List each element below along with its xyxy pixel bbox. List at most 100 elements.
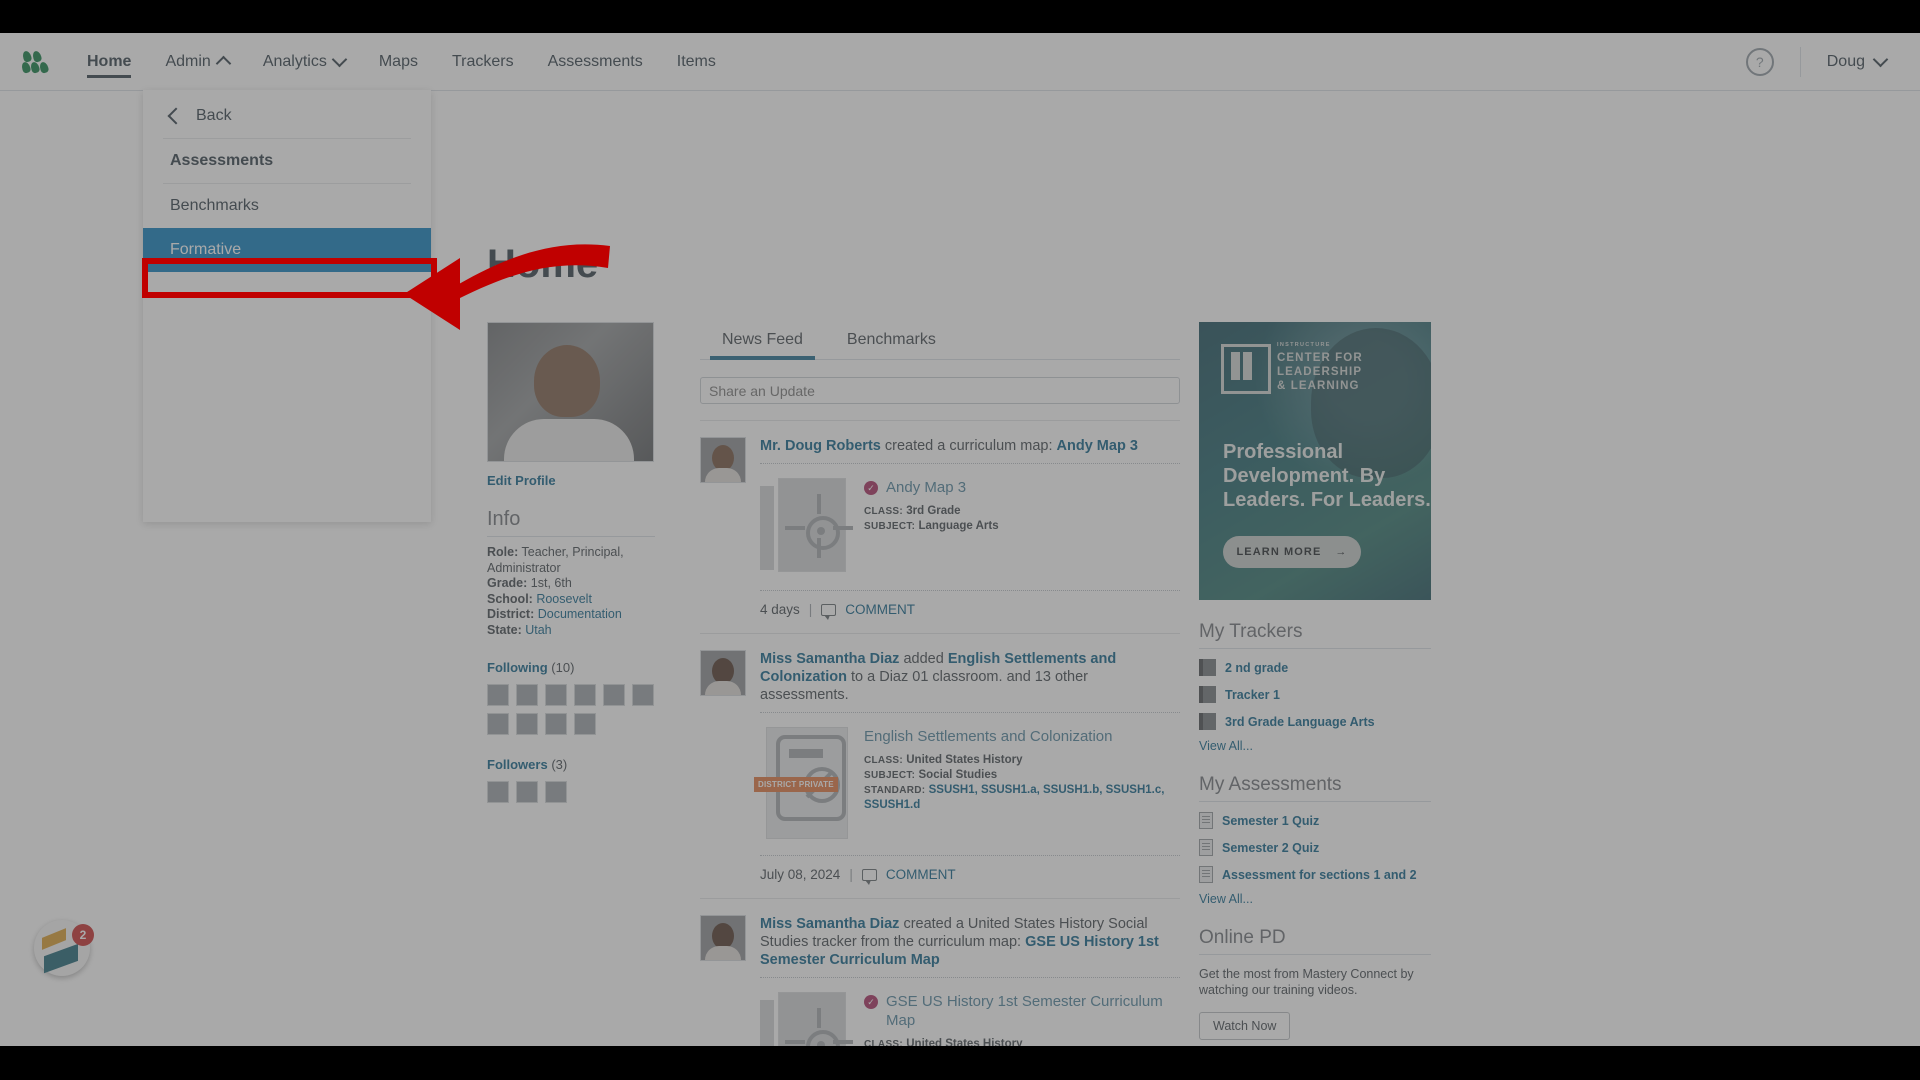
avatar[interactable] — [700, 650, 746, 696]
follow-thumbnail[interactable] — [603, 684, 625, 706]
district-private-tag: DISTRICT PRIVATE — [754, 777, 838, 792]
avatar[interactable] — [700, 437, 746, 483]
nav-item-assessments[interactable]: Assessments — [531, 33, 660, 90]
tracker-link[interactable]: 3rd Grade Language Arts — [1225, 715, 1375, 729]
info-value-school-link[interactable]: Roosevelt — [536, 592, 592, 606]
follow-thumbnail[interactable] — [516, 713, 538, 735]
my-trackers-heading: My Trackers — [1199, 621, 1431, 649]
comment-icon[interactable] — [861, 868, 877, 885]
nav-item-analytics[interactable]: Analytics — [246, 33, 362, 90]
post-footer: 4 days | COMMENT — [760, 590, 1180, 620]
info-key: State: — [487, 622, 522, 637]
followers-label[interactable]: Followers — [487, 757, 548, 772]
info-key: Role: — [487, 545, 519, 559]
comment-link[interactable]: COMMENT — [886, 867, 956, 882]
browser-viewport: Home Admin Analytics Maps Trackers Asses… — [0, 33, 1920, 1046]
assessment-link[interactable]: Assessment for sections 1 and 2 — [1222, 868, 1417, 882]
support-widget-button[interactable]: 2 — [34, 920, 94, 976]
chevron-up-icon — [215, 55, 232, 71]
dropdown-item-assessments[interactable]: Assessments — [143, 139, 431, 183]
assessment-row: Semester 1 Quiz — [1199, 812, 1431, 829]
follow-thumbnail[interactable] — [487, 684, 509, 706]
follower-thumbnail[interactable] — [545, 781, 567, 803]
nav-item-maps[interactable]: Maps — [362, 33, 435, 90]
card-title[interactable]: ✓ GSE US History 1st Semester Curriculum… — [864, 992, 1180, 1030]
nav-item-admin[interactable]: Admin — [148, 33, 245, 90]
tracker-link[interactable]: Tracker 1 — [1225, 688, 1280, 702]
followers-heading: Followers (3) — [487, 757, 655, 772]
info-value: 1st, 6th — [530, 576, 572, 590]
dropdown-item-assessments-label: Assessments — [170, 152, 274, 169]
widget-diamond-top-icon — [42, 928, 66, 950]
user-menu-label[interactable]: Doug — [1827, 53, 1865, 71]
follow-thumbnail[interactable] — [632, 684, 654, 706]
tracker-row: 3rd Grade Language Arts — [1199, 713, 1431, 730]
post-author-link[interactable]: Miss Samantha Diaz — [760, 916, 899, 932]
post-author-link[interactable]: Miss Samantha Diaz — [760, 651, 899, 667]
edit-profile-link[interactable]: Edit Profile — [487, 473, 655, 488]
mastery-connect-logo-icon[interactable] — [20, 49, 50, 74]
dropdown-back-button[interactable]: Back — [143, 94, 431, 138]
trackers-view-all-link[interactable]: View All... — [1199, 739, 1431, 753]
card-title[interactable]: ✓ Andy Map 3 — [864, 478, 1180, 497]
info-key: Grade: — [487, 576, 528, 590]
follow-thumbnail[interactable] — [487, 713, 509, 735]
post-author-link[interactable]: Mr. Doug Roberts — [760, 438, 881, 454]
info-row-role: Role: Teacher, Principal, Administrator — [487, 545, 655, 576]
following-count: (10) — [551, 660, 575, 675]
following-label[interactable]: Following — [487, 660, 548, 675]
assessment-link[interactable]: Semester 1 Quiz — [1222, 814, 1319, 828]
info-row-state: State: Utah — [487, 623, 655, 639]
nav-item-assessments-label: Assessments — [547, 53, 643, 70]
online-pd-heading: Online PD — [1199, 927, 1431, 955]
follow-thumbnail[interactable] — [545, 713, 567, 735]
post-card: ✓ GSE US History 1st Semester Curriculum… — [760, 992, 1180, 1046]
dropdown-item-benchmarks[interactable]: Benchmarks — [143, 184, 431, 228]
follow-thumbnail[interactable] — [574, 713, 596, 735]
assessment-row: Assessment for sections 1 and 2 — [1199, 866, 1431, 883]
post-text: Miss Samantha Diaz added English Settlem… — [760, 650, 1180, 704]
card-meta: CLASS: 3rd Grade SUBJECT: Language Arts — [864, 504, 1180, 534]
follower-thumbnail[interactable] — [487, 781, 509, 803]
follow-thumbnail[interactable] — [574, 684, 596, 706]
nav-item-items[interactable]: Items — [660, 33, 733, 90]
meta-value: 3rd Grade — [906, 505, 961, 517]
top-navigation-bar: Home Admin Analytics Maps Trackers Asses… — [0, 33, 1920, 91]
tracker-link[interactable]: 2 nd grade — [1225, 661, 1288, 675]
nav-item-home-label: Home — [87, 53, 132, 70]
info-value-state-link[interactable]: Utah — [525, 623, 551, 637]
follow-thumbnail[interactable] — [545, 684, 567, 706]
cll-logo-icon — [1221, 344, 1271, 394]
assessment-link[interactable]: Semester 2 Quiz — [1222, 841, 1319, 855]
follow-thumbnail[interactable] — [516, 684, 538, 706]
learn-more-button[interactable]: LEARN MORE → — [1223, 536, 1361, 568]
watch-now-button[interactable]: Watch Now — [1199, 1012, 1291, 1040]
post-text: Mr. Doug Roberts created a curriculum ma… — [760, 437, 1180, 455]
help-icon[interactable]: ? — [1745, 47, 1774, 76]
info-value-district-link[interactable]: Documentation — [538, 607, 622, 621]
divider — [760, 712, 1180, 713]
avatar[interactable] — [700, 915, 746, 961]
tracker-icon — [1199, 659, 1216, 676]
post-object-link[interactable]: Andy Map 3 — [1057, 438, 1138, 454]
tab-news-feed[interactable]: News Feed — [700, 325, 825, 360]
advertisement-banner[interactable]: INSTRUCTURE CENTER FOR LEADERSHIP & LEAR… — [1199, 322, 1431, 600]
card-title-label: Andy Map 3 — [886, 479, 967, 496]
comment-icon[interactable] — [821, 603, 837, 620]
comment-link[interactable]: COMMENT — [845, 602, 915, 617]
tab-benchmarks[interactable]: Benchmarks — [825, 325, 958, 359]
card-title[interactable]: English Settlements and Colonization — [864, 727, 1180, 746]
assessment-row: Semester 2 Quiz — [1199, 839, 1431, 856]
assessments-view-all-link[interactable]: View All... — [1199, 892, 1431, 906]
card-meta: CLASS: United States History SUBJECT: So… — [864, 753, 1180, 813]
chevron-down-icon[interactable] — [1872, 51, 1889, 68]
curriculum-map-icon — [760, 992, 853, 1046]
share-update-input[interactable] — [700, 377, 1180, 404]
feed-post: Miss Samantha Diaz created a United Stat… — [700, 898, 1180, 1046]
nav-item-home[interactable]: Home — [70, 33, 148, 90]
follower-thumbnail[interactable] — [516, 781, 538, 803]
nav-item-trackers[interactable]: Trackers — [435, 33, 531, 90]
assessment-icon: DISTRICT PRIVATE — [754, 727, 848, 839]
chevron-left-icon — [167, 107, 185, 125]
meta-value: Language Arts — [918, 520, 999, 532]
